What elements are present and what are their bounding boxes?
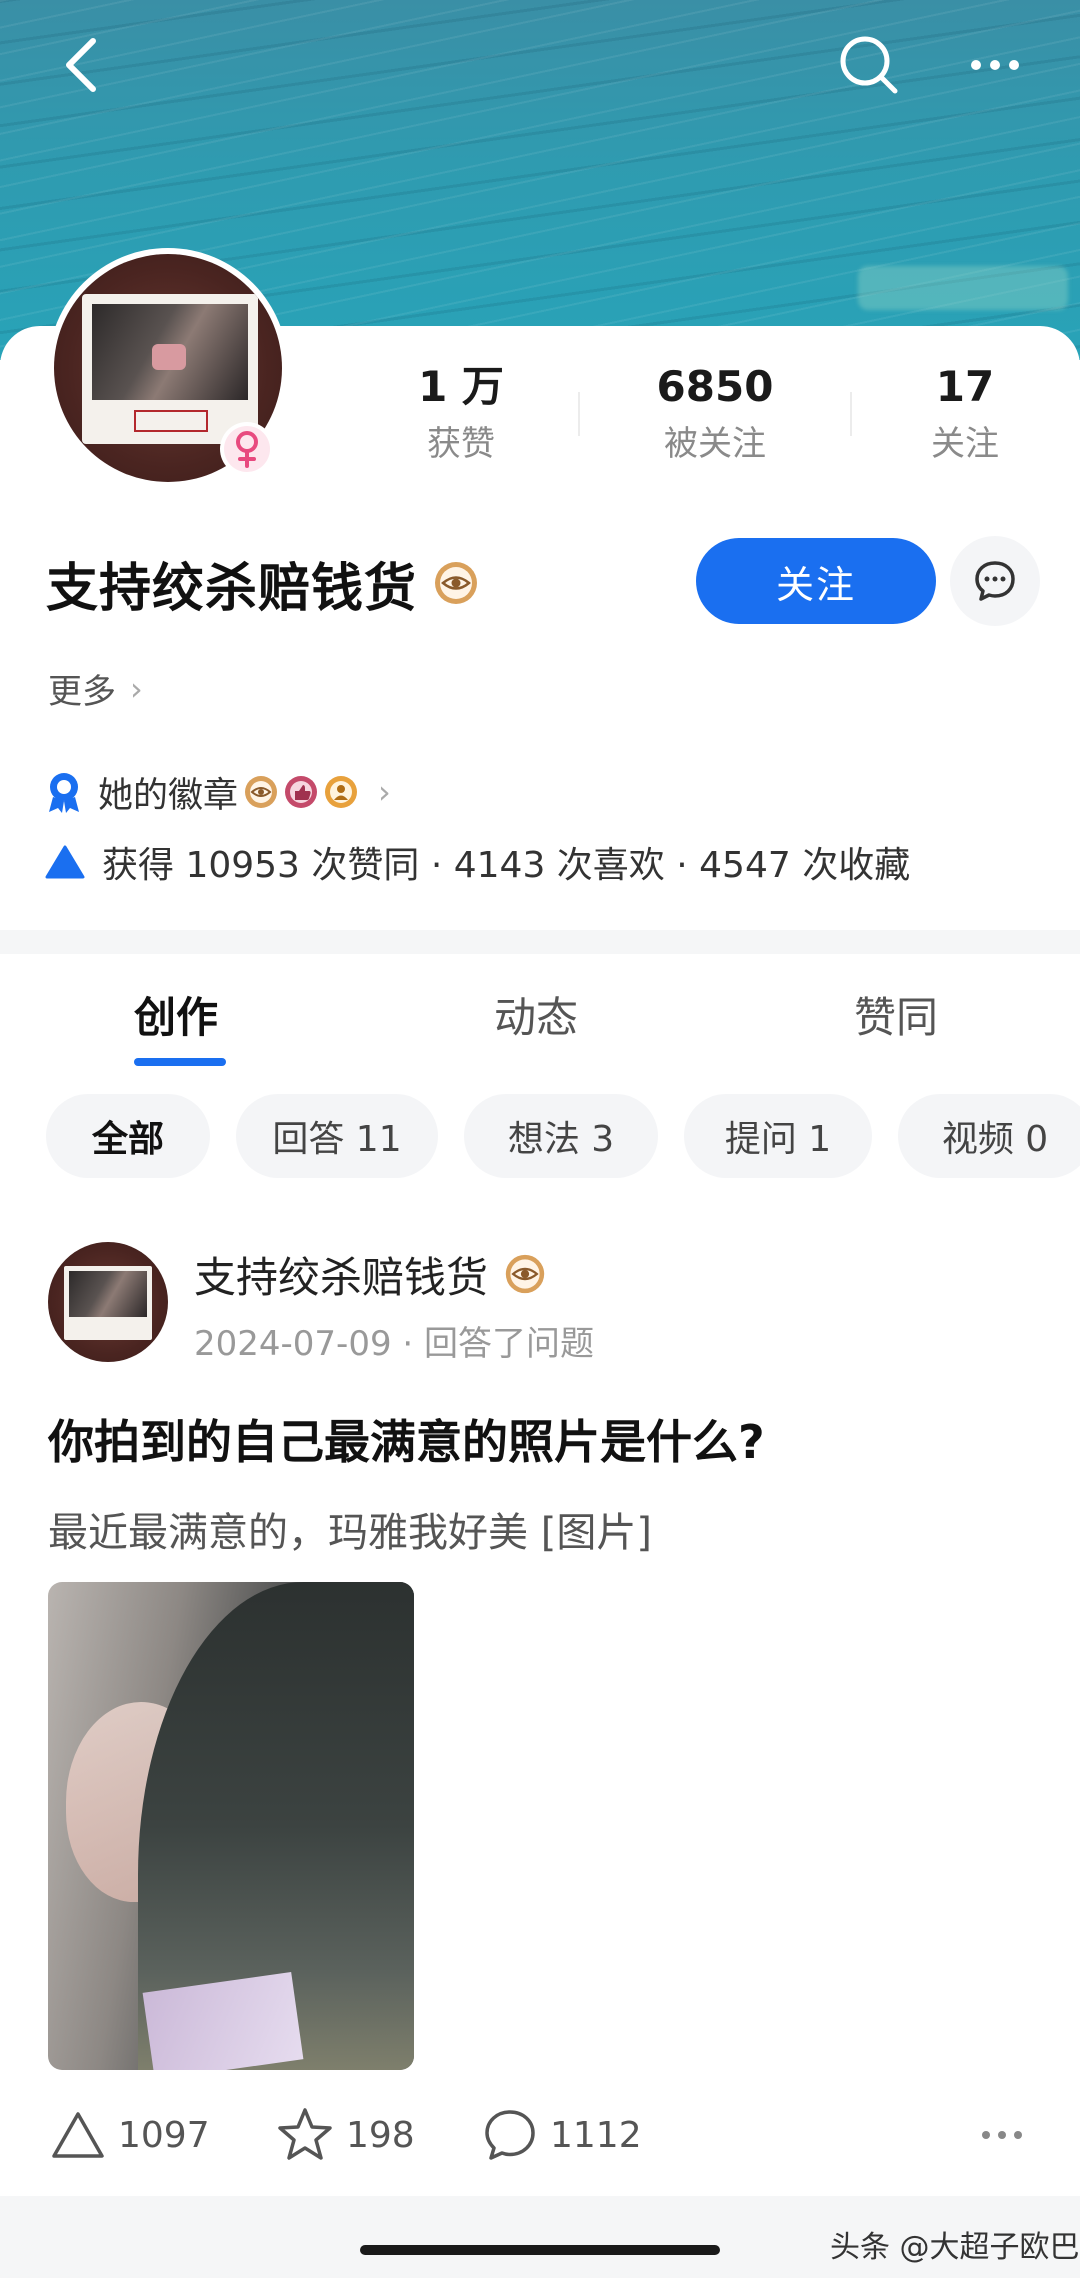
filter-all[interactable]: 全部 [46, 1094, 210, 1178]
stat-divider [850, 392, 852, 436]
favorite-count: 198 [346, 2114, 415, 2156]
chevron-right-icon: › [130, 669, 143, 708]
gender-badge [220, 422, 274, 476]
user-badge-icon [324, 775, 358, 809]
back-button[interactable] [46, 30, 116, 100]
avatar-polaroid [82, 294, 258, 444]
username-row: 支持绞杀赔钱货 [46, 546, 479, 620]
post-more-button[interactable] [980, 2100, 1024, 2170]
tab-upvoted[interactable]: 赞同 [854, 984, 938, 1045]
filter-questions[interactable]: 提问 1 [684, 1094, 872, 1178]
search-icon [840, 36, 898, 94]
tab-activity[interactable]: 动态 [494, 984, 578, 1045]
thumbs-up-badge-icon [284, 775, 318, 809]
post-meta: 2024-07-09 · 回答了问题 [194, 1324, 595, 1364]
banner-blurred-area [858, 266, 1068, 310]
comment-icon [485, 2110, 535, 2160]
filter-answers[interactable]: 回答 11 [236, 1094, 438, 1178]
comment-count: 1112 [550, 2114, 642, 2156]
stat-following[interactable]: 17 关注 [890, 362, 1040, 466]
filter-chips: 全部 回答 11 想法 3 提问 1 视频 0 [0, 1094, 1080, 1178]
filter-thoughts[interactable]: 想法 3 [464, 1094, 658, 1178]
search-button[interactable] [834, 30, 904, 100]
upvote-button[interactable]: 1097 [50, 2100, 210, 2170]
stat-followers[interactable]: 6850 被关注 [610, 362, 820, 466]
stat-likes[interactable]: 1 万 获赞 [386, 362, 536, 466]
badges-row[interactable]: 她的徽章 › [44, 764, 391, 820]
badges-label: 她的徽章 [98, 775, 239, 816]
followers-label: 被关注 [664, 424, 766, 464]
more-options-button[interactable] [960, 30, 1030, 100]
message-button[interactable] [950, 536, 1040, 626]
avatar-stamp [134, 410, 208, 432]
home-indicator[interactable] [360, 2245, 720, 2255]
chat-bubble-icon [975, 561, 1015, 601]
watermark-text: 头条 @大超子欧巴 [830, 2230, 1080, 2265]
post-author-avatar[interactable] [48, 1242, 168, 1362]
profile-username: 支持绞杀赔钱货 [46, 558, 418, 619]
eye-badge-icon [435, 562, 478, 604]
followers-count: 6850 [656, 362, 774, 411]
chevron-left-icon [66, 38, 96, 92]
filter-videos[interactable]: 视频 0 [898, 1094, 1080, 1178]
content-tabs: 创作 动态 赞同 [0, 954, 1080, 1074]
medal-icon [49, 773, 79, 813]
stat-divider [578, 392, 580, 436]
following-label: 关注 [931, 424, 999, 464]
post-image[interactable] [48, 1582, 414, 2070]
more-horizontal-icon [982, 2131, 1022, 2139]
follow-button[interactable]: 关注 [696, 538, 936, 624]
eye-badge-icon [244, 775, 278, 809]
section-divider [0, 930, 1080, 954]
more-label: 更多 [48, 672, 116, 712]
favorite-button[interactable]: 198 [276, 2100, 415, 2170]
post-avatar-photo [69, 1271, 147, 1317]
more-info-link[interactable]: 更多 › [48, 664, 143, 713]
eye-badge-icon [505, 1254, 545, 1294]
upvote-count: 1097 [118, 2114, 210, 2156]
likes-count: 1 万 [418, 362, 504, 411]
female-icon [236, 431, 258, 468]
avatar-photo [92, 304, 248, 400]
post-title[interactable]: 你拍到的自己最满意的照片是什么? [48, 1406, 765, 1472]
comment-button[interactable]: 1112 [482, 2100, 642, 2170]
star-icon [278, 2108, 332, 2160]
post-excerpt[interactable]: 最近最满意的，玛雅我好美 [图片] [48, 1500, 652, 1558]
engagement-summary: 获得 10953 次赞同 · 4143 次喜欢 · 4547 次收藏 [44, 834, 910, 890]
post-avatar-polaroid [64, 1266, 152, 1340]
upvote-triangle-icon [45, 845, 85, 879]
chevron-right-icon: › [378, 773, 391, 811]
active-tab-indicator [134, 1058, 226, 1066]
tab-creations[interactable]: 创作 [134, 984, 218, 1045]
more-horizontal-icon [971, 60, 1019, 70]
engagement-summary-text: 获得 10953 次赞同 · 4143 次喜欢 · 4547 次收藏 [102, 845, 911, 886]
post-author-row: 支持绞杀赔钱货 [194, 1242, 546, 1306]
post-author-name[interactable]: 支持绞杀赔钱货 [194, 1244, 488, 1305]
upvote-outline-icon [52, 2112, 104, 2158]
following-count: 17 [935, 362, 995, 411]
likes-label: 获赞 [427, 424, 495, 464]
